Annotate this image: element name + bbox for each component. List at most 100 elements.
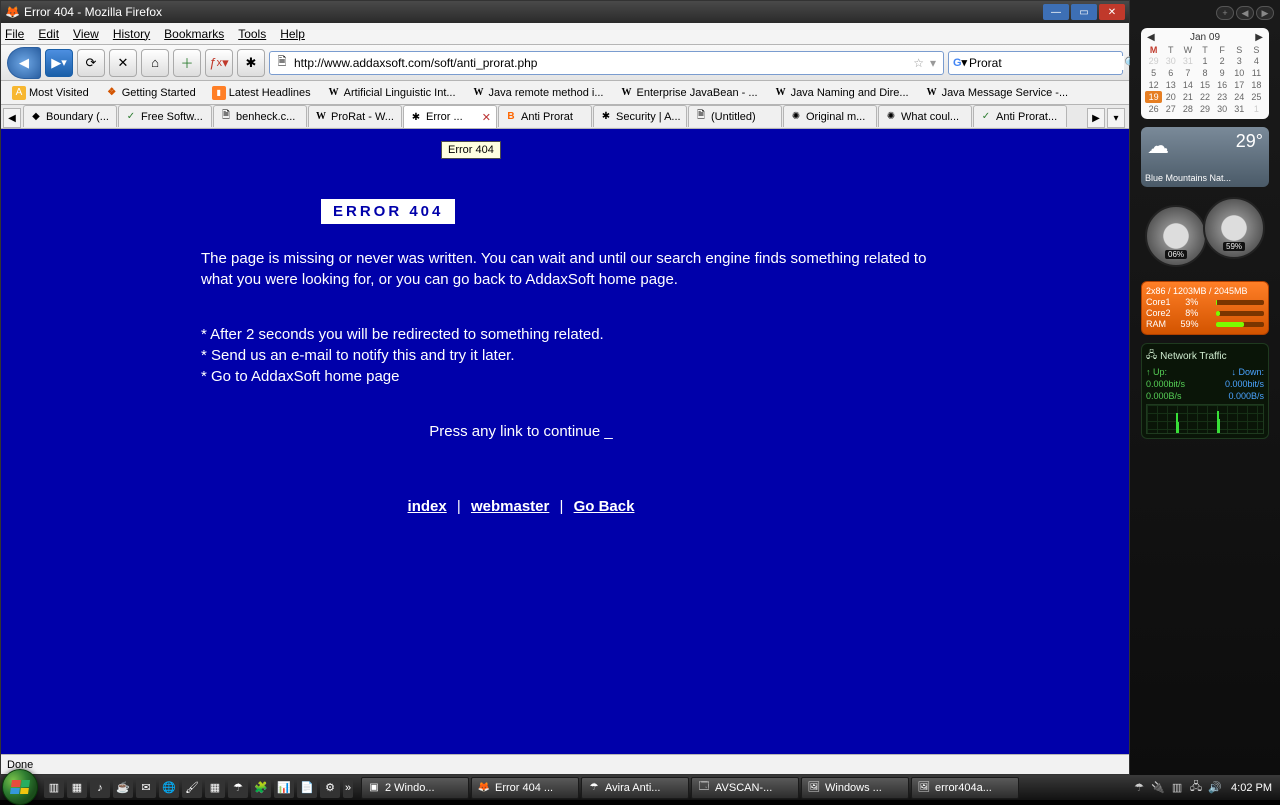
weather-gadget[interactable]: ☁ 29° Blue Mountains Nat... [1141,127,1269,187]
tab-scroll-left[interactable]: ◀ [3,108,21,128]
cal-day[interactable]: 31 [1179,55,1196,67]
cal-day[interactable]: 22 [1196,91,1213,103]
ql-app-7[interactable]: ☂ [228,778,248,798]
sidebar-prev-button[interactable]: ◀ [1236,6,1254,20]
addon-button-3[interactable]: ✱ [237,49,265,77]
tray-icon-2[interactable]: 🔌 [1151,781,1165,795]
cal-day[interactable]: 26 [1145,103,1162,115]
menu-history[interactable]: History [113,27,150,41]
cal-day[interactable]: 10 [1231,67,1248,79]
cal-day[interactable]: 19 [1145,91,1162,103]
task-button-5[interactable]: 🖼error404a... [911,777,1019,799]
ql-app-2[interactable]: ☕ [113,778,133,798]
tab-4[interactable]: ✱Error ...✕ [403,105,497,128]
cal-day[interactable]: 11 [1248,67,1265,79]
bookmark-item-5[interactable]: WEnterprise JavaBean - ... [613,83,765,103]
tab-1[interactable]: ✓Free Softw... [118,105,212,127]
tab-9[interactable]: ✺What coul... [878,105,972,127]
menu-tools[interactable]: Tools [238,27,266,41]
cal-day[interactable]: 28 [1179,103,1196,115]
tab-7[interactable]: 🗎(Untitled) [688,105,782,127]
gauge-gadget[interactable]: 06% 59% [1141,195,1269,273]
cal-day[interactable]: 18 [1248,79,1265,91]
bookmark-item-2[interactable]: ▮Latest Headlines [205,83,318,103]
back-button[interactable]: ◀ [7,47,41,79]
site-identity-icon[interactable]: 🗎 [274,55,290,71]
sidebar-next-button[interactable]: ▶ [1256,6,1274,20]
tab-5[interactable]: BAnti Prorat [498,105,592,127]
cal-day[interactable]: 2 [1214,55,1231,67]
task-button-4[interactable]: 🖼Windows ... [801,777,909,799]
tab-list-button[interactable]: ▾ [1107,108,1125,128]
url-input[interactable] [294,56,910,70]
ql-switch-windows[interactable]: ▦ [67,778,87,798]
bookmark-item-0[interactable]: AMost Visited [5,83,96,103]
addon-button-1[interactable]: ＋ [173,49,201,77]
tray-icon-3[interactable]: ▥ [1170,781,1184,795]
window-close-button[interactable]: ✕ [1099,4,1125,20]
ql-expand[interactable]: » [343,778,353,798]
cal-day[interactable]: 27 [1162,103,1179,115]
home-button[interactable]: ⌂ [141,49,169,77]
menu-edit[interactable]: Edit [38,27,59,41]
cal-day[interactable]: 9 [1214,67,1231,79]
bookmark-item-7[interactable]: WJava Message Service -... [918,83,1076,103]
task-button-1[interactable]: 🦊Error 404 ... [471,777,579,799]
tab-2[interactable]: 🗎benheck.c... [213,105,307,127]
network-gadget[interactable]: 🖧Network Traffic ↑ Up:↓ Down: 0.000bit/s… [1141,343,1269,439]
menu-bookmarks[interactable]: Bookmarks [164,27,224,41]
link-webmaster[interactable]: webmaster [471,498,549,515]
tray-volume-icon[interactable]: 🔊 [1208,781,1222,795]
cal-day[interactable]: 14 [1179,79,1196,91]
window-maximize-button[interactable]: ▭ [1071,4,1097,20]
tab-6[interactable]: ✱Security | A... [593,105,687,127]
ql-app-5[interactable]: 🖌 [182,778,202,798]
ql-app-8[interactable]: 🧩 [251,778,271,798]
ql-app-6[interactable]: ▦ [205,778,225,798]
ql-app-4[interactable]: 🌐 [159,778,179,798]
tray-icon-1[interactable]: ☂ [1132,781,1146,795]
forward-button[interactable]: ▶▾ [45,49,73,77]
cpu-meter-gadget[interactable]: 2x86 / 1203MB / 2045MB Core13%Core28%RAM… [1141,281,1269,335]
calendar-gadget[interactable]: ◀ Jan 09 ▶ MTWTFSS2930311234567891011121… [1141,28,1269,119]
link-index[interactable]: index [408,498,447,515]
tab-8[interactable]: ✺Original m... [783,105,877,127]
search-bar[interactable]: G▾ 🔍 [948,51,1123,75]
ql-app-3[interactable]: ✉ [136,778,156,798]
cal-day[interactable]: 15 [1196,79,1213,91]
addon-button-2[interactable]: ƒx▾ [205,49,233,77]
cal-day[interactable]: 30 [1214,103,1231,115]
cal-day[interactable]: 12 [1145,79,1162,91]
stop-button[interactable]: ✕ [109,49,137,77]
cal-day[interactable]: 31 [1231,103,1248,115]
ql-app-9[interactable]: 📊 [274,778,294,798]
ql-app-10[interactable]: 📄 [297,778,317,798]
taskbar-clock[interactable]: 4:02 PM [1231,782,1272,794]
window-minimize-button[interactable]: — [1043,4,1069,20]
url-bar[interactable]: 🗎 ☆ ▾ [269,51,944,75]
cal-day[interactable]: 20 [1162,91,1179,103]
cal-day[interactable]: 21 [1179,91,1196,103]
cal-day[interactable]: 30 [1162,55,1179,67]
menu-view[interactable]: View [73,27,99,41]
reload-button[interactable]: ⟳ [77,49,105,77]
tab-close-icon[interactable]: ✕ [479,111,491,124]
cal-day[interactable]: 7 [1179,67,1196,79]
task-button-2[interactable]: ☂Avira Anti... [581,777,689,799]
bookmark-item-4[interactable]: WJava remote method i... [465,83,611,103]
tab-scroll-right[interactable]: ▶ [1087,108,1105,128]
bookmark-item-3[interactable]: WArtificial Linguistic Int... [320,83,463,103]
window-titlebar[interactable]: 🦊 Error 404 - Mozilla Firefox — ▭ ✕ [1,1,1129,23]
cal-day[interactable]: 16 [1214,79,1231,91]
bookmark-item-1[interactable]: ❖Getting Started [98,83,203,103]
task-button-0[interactable]: ▣2 Windo... [361,777,469,799]
ql-app-1[interactable]: ♪ [90,778,110,798]
cal-day[interactable]: 29 [1145,55,1162,67]
cal-day[interactable]: 1 [1248,103,1265,115]
tab-3[interactable]: WProRat - W... [308,105,402,127]
cal-day[interactable]: 17 [1231,79,1248,91]
sidebar-add-button[interactable]: + [1216,6,1234,20]
cal-day[interactable]: 29 [1196,103,1213,115]
cal-day[interactable]: 24 [1231,91,1248,103]
bookmark-item-6[interactable]: WJava Naming and Dire... [767,83,916,103]
